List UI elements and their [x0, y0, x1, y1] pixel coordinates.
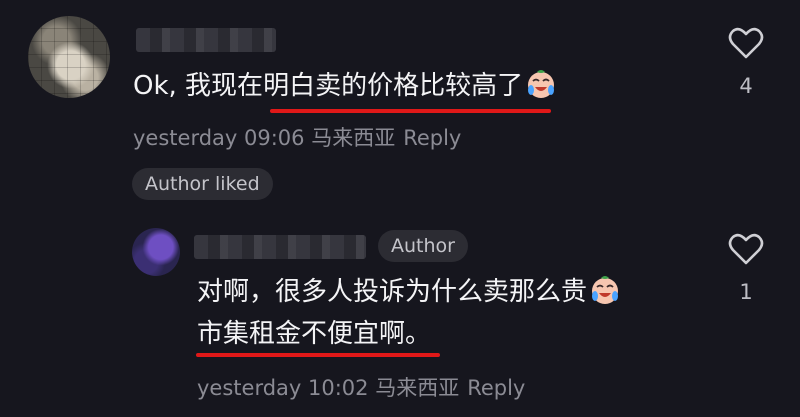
author-badge: Author	[378, 230, 468, 262]
reply-text-line1: 对啊，很多人投诉为什么卖那么贵	[197, 274, 621, 310]
comment-text-start: Ok, 我现在	[133, 71, 264, 101]
reply-button[interactable]: Reply	[403, 126, 461, 150]
red-underline-annotation	[196, 353, 440, 357]
author-liked-badge: Author liked	[132, 168, 273, 200]
commenter-avatar[interactable]	[28, 16, 110, 98]
heart-outline-icon[interactable]	[728, 232, 764, 266]
comment-meta: yesterday 09:06 马来西亚 Reply	[133, 122, 461, 152]
comment-text-highlight: 明白卖的价格比较高了	[263, 71, 524, 101]
reply-text-line2: 市集租金不便宜啊。	[197, 319, 432, 349]
like-count: 1	[739, 280, 753, 304]
commenter-name-blurred[interactable]	[136, 28, 276, 52]
author-avatar[interactable]	[132, 228, 180, 276]
crying-laughing-emoji-icon	[592, 276, 619, 304]
like-count: 4	[739, 74, 753, 98]
red-underline-annotation	[270, 109, 551, 113]
reply-timestamp: yesterday 10:02 马来西亚	[197, 376, 460, 400]
crying-laughing-emoji-icon	[528, 70, 555, 98]
reply-meta: yesterday 10:02 马来西亚 Reply	[197, 372, 525, 402]
comment-text: Ok, 我现在明白卖的价格比较高了	[133, 68, 557, 104]
comment-timestamp: yesterday 09:06 马来西亚	[133, 126, 396, 150]
author-name-blurred[interactable]	[194, 235, 366, 259]
reply-button[interactable]: Reply	[467, 376, 525, 400]
heart-outline-icon[interactable]	[728, 26, 764, 60]
reply-line1-text: 对啊，很多人投诉为什么卖那么贵	[197, 277, 588, 307]
